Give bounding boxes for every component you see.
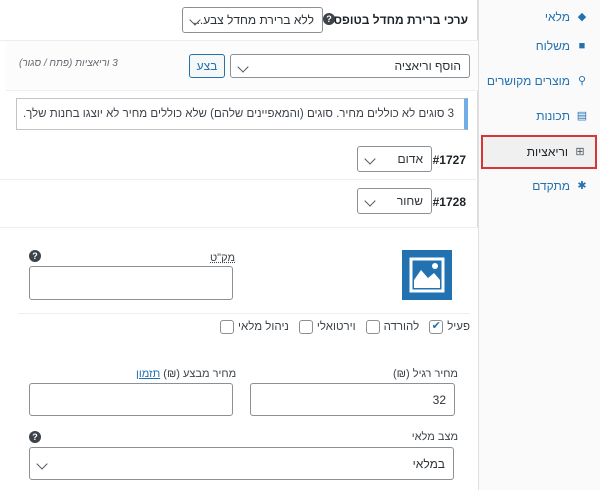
tab-attributes[interactable]: ▤ תכונות — [478, 99, 600, 133]
add-variation-select-value: הוסף וריאציה — [394, 59, 462, 73]
option-label: פעיל — [447, 320, 470, 333]
chevron-down-icon — [364, 153, 376, 165]
option-label: ניהול מלאי — [238, 320, 289, 333]
regular-price-input[interactable]: 32 — [250, 383, 455, 416]
tab-shipping[interactable]: ■ משלוח — [478, 29, 600, 63]
checkbox-checked-icon[interactable]: ✔ — [429, 319, 444, 334]
help-icon[interactable]: ? — [323, 13, 335, 25]
variation-image-upload[interactable] — [402, 250, 452, 300]
chevron-down-icon — [364, 195, 376, 207]
variation-color-value: אדום — [397, 152, 423, 166]
variation-id: #1727 — [432, 153, 466, 167]
default-color-select[interactable]: ללא ברירת מחדל צבע... — [182, 7, 323, 33]
checkbox-icon[interactable] — [298, 319, 313, 334]
grid-icon: ⊞ — [575, 146, 585, 158]
stock-status-value: במלאי — [412, 456, 445, 471]
sale-price-input[interactable] — [29, 383, 233, 416]
variations-count-toggle[interactable]: 3 וריאציות (פתח / סגור) — [19, 58, 118, 69]
option-virtual[interactable]: וירטואלי — [298, 319, 356, 334]
stock-status-label: מצב מלאי — [411, 431, 458, 443]
truck-icon: ■ — [578, 40, 586, 52]
tab-label: מוצרים מקושרים — [486, 74, 570, 88]
option-manage-stock[interactable]: ניהול מלאי — [220, 319, 289, 334]
variation-color-value: שחור — [396, 194, 423, 208]
variations-panel: ערכי ברירת מחדל בטופס: ? ללא ברירת מחדל … — [0, 0, 478, 490]
variation-row[interactable]: #1728 שחור — [0, 180, 478, 228]
variation-row[interactable]: #1727 אדום — [0, 138, 478, 180]
tag-icon: ◆ — [577, 11, 587, 23]
schedule-link[interactable]: תזמון — [136, 368, 160, 380]
no-price-notice: 3 סוגים לא כוללים מחיר. סוגים (והמאפייני… — [16, 98, 468, 130]
sale-price-label-text: מחיר מבצע (₪) — [163, 368, 237, 380]
default-form-values-row: ערכי ברירת מחדל בטופס: ? ללא ברירת מחדל … — [0, 0, 478, 41]
tab-advanced[interactable]: ✱ מתקדם — [478, 169, 600, 203]
chevron-down-icon — [237, 61, 249, 73]
option-label: וירטואלי — [316, 320, 356, 333]
variation-actions-row: הוסף וריאציה בצע 3 וריאציות (פתח / סגור) — [6, 41, 478, 91]
default-color-select-value: ללא ברירת מחדל צבע... — [193, 13, 314, 27]
stock-status-select[interactable]: במלאי — [29, 447, 454, 480]
sku-input[interactable] — [29, 266, 233, 300]
help-icon[interactable]: ? — [29, 431, 41, 443]
add-variation-select[interactable]: הוסף וריאציה — [230, 54, 470, 78]
sale-price-label: מחיר מבצע (₪) תזמון — [136, 368, 236, 380]
option-downloadable[interactable]: להורדה — [365, 319, 420, 334]
regular-price-value: 32 — [432, 392, 446, 407]
tab-label: משלוח — [535, 39, 570, 53]
variation-id: #1728 — [432, 195, 466, 209]
tab-linked-products[interactable]: ⚲ מוצרים מקושרים — [478, 64, 600, 98]
link-icon: ⚲ — [577, 75, 587, 87]
gear-icon: ✱ — [577, 180, 587, 192]
help-icon[interactable]: ? — [29, 250, 41, 262]
option-enabled[interactable]: פעיל ✔ — [429, 319, 470, 334]
tab-variations[interactable]: ⊞ וריאציות — [481, 135, 597, 169]
checkbox-icon[interactable] — [365, 319, 380, 334]
variation-color-select[interactable]: שחור — [357, 188, 432, 214]
go-button[interactable]: בצע — [189, 54, 225, 78]
product-data-tabs: ◆ מלאי ■ משלוח ⚲ מוצרים מקושרים ▤ תכונות… — [478, 0, 600, 490]
tab-label: מתקדם — [532, 179, 570, 193]
chevron-down-icon — [36, 458, 48, 470]
variation-details: מק"ט ? פעיל ✔ להורדה וירטואלי ניהול מלאי… — [0, 228, 478, 490]
tab-label: מלאי — [544, 10, 570, 24]
image-placeholder-icon — [409, 257, 445, 293]
list-icon: ▤ — [576, 110, 588, 122]
tab-label: תכונות — [536, 109, 570, 123]
regular-price-label: מחיר רגיל (₪) — [393, 368, 458, 380]
checkbox-icon[interactable] — [220, 319, 235, 334]
default-form-values-label: ערכי ברירת מחדל בטופס: — [329, 13, 468, 27]
option-label: להורדה — [383, 320, 420, 333]
sku-label: מק"ט — [210, 252, 236, 264]
variation-options: פעיל ✔ להורדה וירטואלי ניהול מלאי — [18, 313, 470, 339]
tab-label: וריאציות — [526, 145, 568, 159]
variation-color-select[interactable]: אדום — [357, 146, 432, 172]
